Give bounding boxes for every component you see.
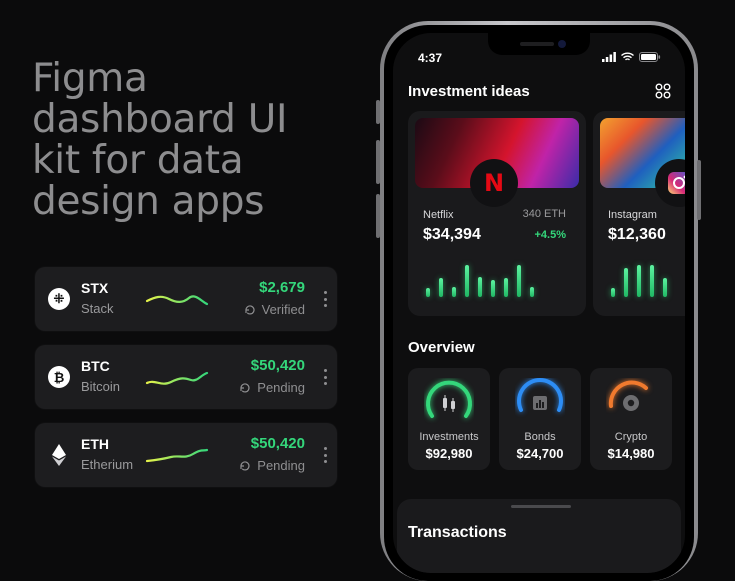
bar [465,265,469,297]
investment-value: $34,394 [423,226,481,243]
refresh-icon [240,460,250,471]
bar [611,288,615,297]
battery-icon [639,52,661,62]
phone-volume-down [376,194,380,238]
bar-chart [426,261,534,297]
coin-symbol: BTC [81,358,110,374]
coin-status-label: Verified [261,302,305,317]
coin-name: Bitcoin [81,379,121,394]
coin-card-stx[interactable]: ⁜ STX Stack $2,679 Verified [35,267,337,331]
bar-chart [611,261,667,297]
coin-status: Pending [239,380,305,395]
coin-symbol: ETH [81,436,109,452]
coin-icon [623,395,639,411]
crypto-progress-ring [608,380,648,411]
investment-value: $12,360 [608,226,666,243]
coin-value: $50,420 [250,435,305,452]
bar [491,280,495,297]
grid-menu-icon[interactable] [655,83,671,99]
investment-card-netflix[interactable]: N Netflix 340 ETH $34,394 +4.5% [408,111,586,316]
coin-card-eth[interactable]: ETH Etherium $50,420 Pending [35,423,337,487]
phone-volume-up [376,140,380,184]
bar [650,265,654,297]
stacks-logo-icon: ⁜ [48,288,70,310]
sparkline-chart [145,295,209,306]
bar [624,268,628,297]
bonds-progress-ring [517,378,563,412]
phone-power-button [697,160,701,220]
overview-title: Overview [408,339,475,356]
coin-value: $2,679 [259,279,305,296]
phone-screen: 4:37 Investment ideas N Netflix 340 ETH … [393,33,685,573]
headline-line-1: Figma [32,56,148,101]
transactions-title: Transactions [408,524,507,541]
ethereum-logo-icon [48,444,70,466]
overview-label: Bonds [524,431,556,443]
coin-name: Stack [81,301,114,316]
sparkline-chart [145,371,209,385]
bar [517,265,521,297]
overview-value: $14,980 [607,446,655,461]
wifi-icon [621,52,634,61]
transactions-sheet[interactable]: Transactions [397,499,681,573]
coin-symbol: STX [81,280,109,296]
headline-line-2: dashboard UI [32,97,288,142]
bar [504,278,508,297]
overview-card-crypto[interactable]: Crypto $14,980 [590,368,672,470]
investment-ideas-title: Investment ideas [408,83,530,100]
coin-status: Verified [244,302,305,317]
more-options-icon[interactable] [323,447,327,463]
overview-label: Crypto [614,431,648,443]
status-time: 4:37 [418,51,443,65]
bar [426,288,430,297]
overview-card-bonds[interactable]: Bonds $24,700 [499,368,581,470]
coin-name: Etherium [81,457,134,472]
coin-card-btc[interactable]: ₿ BTC Bitcoin $50,420 Pending [35,345,337,409]
bitcoin-logo-icon: ₿ [48,366,70,388]
candlestick-icon [443,395,455,412]
drag-handle[interactable] [511,505,571,508]
bar [478,277,482,297]
more-options-icon[interactable] [323,369,327,385]
investment-meta: 340 ETH [522,208,566,220]
investments-progress-ring [426,380,472,418]
headline-line-3: kit for data [32,138,244,183]
netflix-logo-glyph: N [483,169,505,197]
bar [439,278,443,297]
phone-side-button [376,100,380,124]
overview-label: Investments [419,431,479,443]
bar [530,287,534,297]
signal-icon [602,52,616,62]
coin-status-label: Pending [257,380,305,395]
overview-value: $92,980 [425,446,473,461]
coin-status-label: Pending [257,458,305,473]
overview-card-investments[interactable]: Investments $92,980 [408,368,490,470]
overview-value: $24,700 [516,446,564,461]
bar [637,265,641,297]
investment-card-instagram[interactable]: Instagram $12,360 [593,111,685,316]
coin-status: Pending [239,458,305,473]
headline: Figma dashboard UI kit for data design a… [32,58,332,222]
status-icons [602,52,661,62]
bar [663,278,667,297]
refresh-icon [245,304,255,315]
investment-change: +4.5% [534,229,567,241]
refresh-icon [240,382,250,393]
more-options-icon[interactable] [323,291,327,307]
netflix-logo-icon: N [470,159,518,207]
sparkline-chart [145,448,209,463]
notch [488,33,590,55]
investment-name: Instagram [608,209,657,221]
bar [452,287,456,297]
headline-line-4: design apps [32,179,265,224]
chart-box-icon [533,396,547,410]
coin-value: $50,420 [250,357,305,374]
front-camera-icon [558,40,566,48]
investment-name: Netflix [423,209,454,221]
